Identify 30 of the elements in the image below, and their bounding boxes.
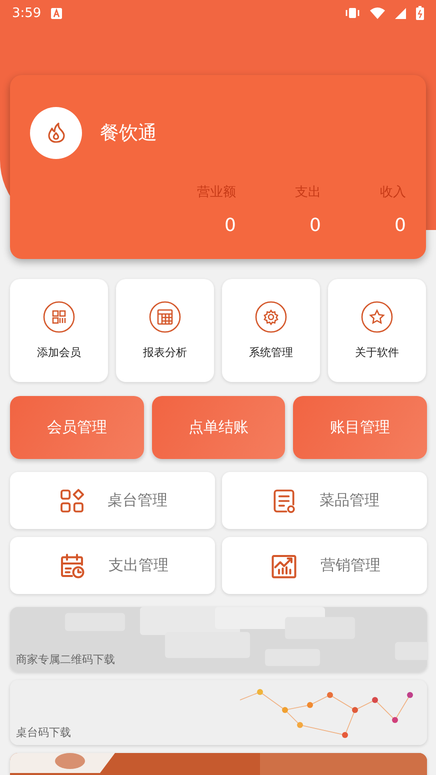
wifi-icon: [370, 7, 385, 19]
module-button[interactable]: 桌台管理: [10, 472, 215, 529]
banner-card[interactable]: 商家专属二维码下载: [10, 607, 427, 672]
flame-icon: [30, 107, 82, 159]
shortcut-tile[interactable]: 关于软件: [328, 279, 426, 382]
module-button[interactable]: 菜品管理: [222, 472, 427, 529]
banner-caption: 桌台码下载: [16, 725, 71, 740]
banner-caption: 商家专属二维码下载: [16, 652, 115, 667]
shortcut-tile[interactable]: 添加会员: [10, 279, 108, 382]
battery-icon: [416, 6, 424, 20]
action-button[interactable]: 会员管理: [10, 396, 144, 459]
settings-icon: [255, 301, 287, 333]
shortcut-tile[interactable]: 报表分析: [116, 279, 214, 382]
module-button[interactable]: 营销管理: [222, 537, 427, 594]
app-name: 餐饮通: [100, 121, 157, 146]
action-button[interactable]: 点单结账: [152, 396, 286, 459]
shortcut-tile[interactable]: 系统管理: [222, 279, 320, 382]
module-button[interactable]: 支出管理: [10, 537, 215, 594]
stat-value: 0: [310, 215, 321, 236]
signal-icon: [395, 8, 406, 18]
stat-value: 0: [224, 215, 236, 236]
vibrate-icon: [345, 7, 360, 19]
action-button[interactable]: 账目管理: [293, 396, 427, 459]
stat-value: 0: [394, 215, 406, 236]
notification-icon: [51, 8, 62, 18]
banner-card[interactable]: 桌台码下载: [10, 680, 427, 745]
blocks-icon: [58, 486, 86, 514]
qr-code-icon: [43, 301, 75, 333]
table-grid-icon: [149, 301, 181, 333]
status-time: 3:59: [12, 6, 42, 20]
